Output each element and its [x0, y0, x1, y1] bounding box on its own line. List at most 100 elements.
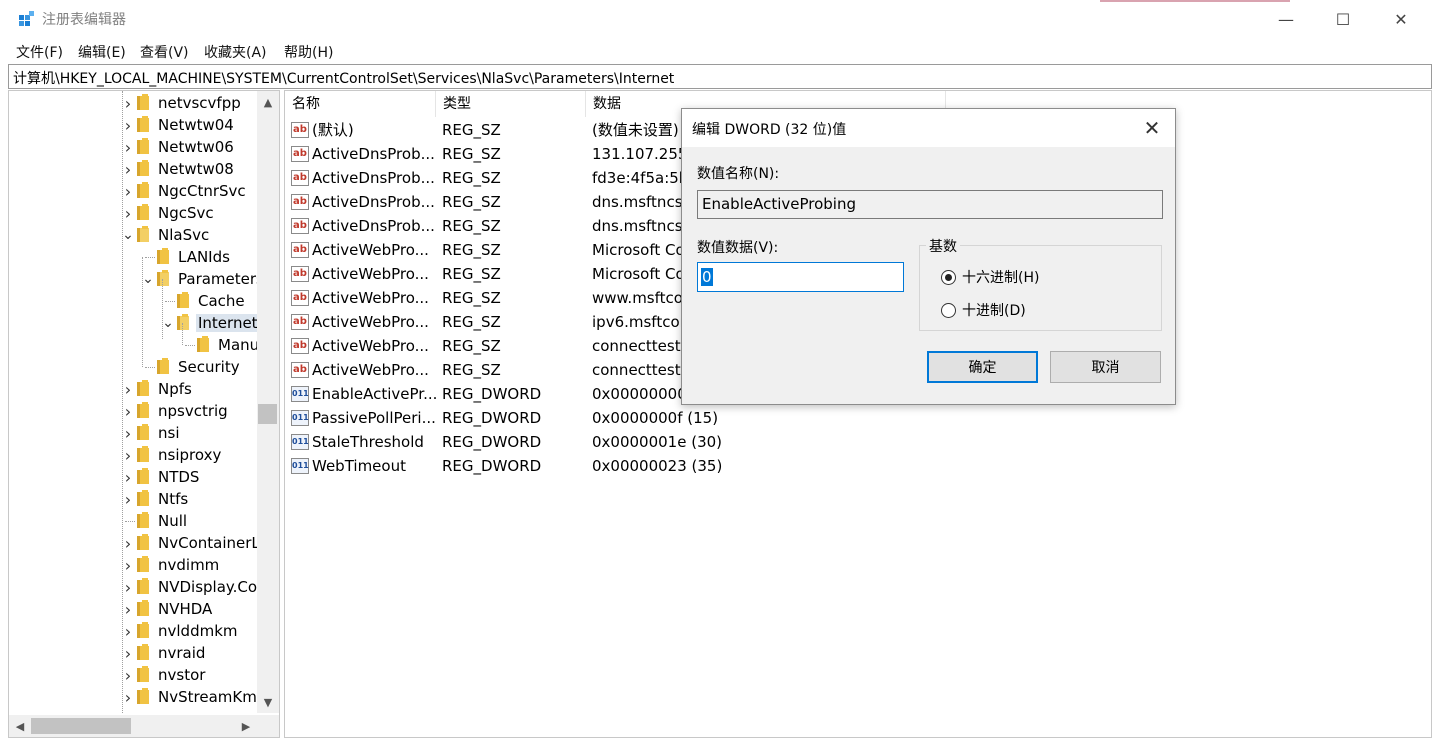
column-header-type[interactable]: 类型	[436, 91, 586, 117]
menu-file[interactable]: 文件(F)	[16, 42, 63, 62]
chevron-right-icon[interactable]: ›	[122, 600, 134, 619]
chevron-right-icon[interactable]: ›	[122, 160, 134, 179]
menu-edit[interactable]: 编辑(E)	[78, 42, 126, 62]
tree-item[interactable]: › Npfs	[125, 378, 192, 400]
value-type: REG_SZ	[442, 241, 501, 259]
chevron-right-icon[interactable]: ›	[122, 424, 134, 443]
base-group: 基数 十六进制(H) 十进制(D)	[919, 236, 1162, 331]
chevron-right-icon[interactable]: ›	[122, 622, 134, 641]
menu-favorites[interactable]: 收藏夹(A)	[204, 42, 267, 62]
hex-radio-label: 十六进制(H)	[962, 270, 1040, 286]
tree-item[interactable]: ⌄ Parameters	[142, 268, 264, 290]
menu-help[interactable]: 帮助(H)	[284, 42, 333, 62]
scroll-down-icon[interactable]: ▼	[257, 691, 279, 713]
tree-item-label: nsi	[158, 424, 180, 442]
chevron-right-icon[interactable]: ›	[122, 446, 134, 465]
tree-item[interactable]: ⌄ NlaSvc	[122, 224, 209, 246]
chevron-right-icon[interactable]: ›	[122, 138, 134, 157]
folder-icon	[137, 490, 149, 506]
value-type: REG_SZ	[442, 337, 501, 355]
chevron-right-icon[interactable]: ›	[122, 666, 134, 685]
value-name: ActiveWebPro...	[312, 337, 429, 355]
chevron-right-icon[interactable]: ›	[122, 468, 134, 487]
tree-item-label: Security	[178, 358, 240, 376]
tree-item-label: Npfs	[158, 380, 192, 398]
tree-vertical-scrollbar[interactable]: ▲ ▼	[257, 91, 279, 713]
chevron-right-icon[interactable]: ›	[122, 556, 134, 575]
table-row[interactable]: 011 WebTimeout REG_DWORD 0x00000023 (35)	[285, 454, 985, 478]
tree-item-label: netvscvfpp	[158, 94, 241, 112]
address-bar[interactable]: 计算机\HKEY_LOCAL_MACHINE\SYSTEM\CurrentCon…	[8, 64, 1432, 89]
maximize-button[interactable]: ☐	[1314, 0, 1372, 38]
scroll-right-icon[interactable]: ▶	[235, 715, 257, 737]
chevron-right-icon[interactable]: ›	[122, 116, 134, 135]
scroll-up-icon[interactable]: ▲	[257, 91, 279, 113]
chevron-right-icon[interactable]: ›	[122, 204, 134, 223]
tree-item[interactable]: › Netwtw06	[125, 136, 234, 158]
string-value-icon: ab	[291, 266, 309, 282]
chevron-right-icon[interactable]: ›	[122, 534, 134, 553]
value-type: REG_SZ	[442, 217, 501, 235]
tree-item[interactable]: › npsvctrig	[125, 400, 228, 422]
chevron-down-icon[interactable]: ⌄	[122, 227, 134, 243]
tree-connector	[162, 279, 163, 339]
tree-horizontal-scrollbar[interactable]: ◀ ▶	[9, 715, 257, 737]
tree-item[interactable]: › nvraid	[125, 642, 206, 664]
tree-item[interactable]: › NVHDA	[125, 598, 213, 620]
vertical-scroll-thumb[interactable]	[258, 404, 277, 424]
hex-radio[interactable]: 十六进制(H)	[941, 267, 1039, 287]
tree-item[interactable]: › Ntfs	[125, 488, 188, 510]
tree-item[interactable]: › nvstor	[125, 664, 206, 686]
folder-icon	[137, 534, 149, 550]
tree-item[interactable]: › netvscvfpp	[125, 92, 241, 114]
tree-item-label: Cache	[198, 292, 245, 310]
value-name-field: EnableActiveProbing	[697, 190, 1163, 219]
tree-item[interactable]: › NgcCtnrSvc	[125, 180, 246, 202]
close-button[interactable]: ✕	[1372, 0, 1430, 38]
table-row[interactable]: 011 StaleThreshold REG_DWORD 0x0000001e (30…	[285, 430, 985, 454]
scroll-left-icon[interactable]: ◀	[9, 715, 31, 737]
minimize-button[interactable]: —	[1257, 0, 1315, 38]
tree-item[interactable]: Cache	[165, 290, 245, 312]
value-type: REG_DWORD	[442, 409, 542, 427]
ok-button[interactable]: 确定	[927, 351, 1038, 383]
chevron-right-icon[interactable]: ›	[122, 380, 134, 399]
radio-checked-icon	[941, 269, 956, 285]
column-header-name[interactable]: 名称	[285, 91, 436, 117]
chevron-right-icon[interactable]: ›	[122, 402, 134, 421]
chevron-right-icon[interactable]: ›	[122, 644, 134, 663]
tree-item[interactable]: › nsi	[125, 422, 180, 444]
horizontal-scroll-thumb[interactable]	[31, 718, 131, 734]
dec-radio[interactable]: 十进制(D)	[941, 300, 1026, 320]
tree-connector	[142, 257, 143, 367]
chevron-right-icon[interactable]: ›	[122, 490, 134, 509]
chevron-right-icon[interactable]: ›	[122, 578, 134, 597]
tree-item[interactable]: Security	[145, 356, 240, 378]
tree-item[interactable]: › nvdimm	[125, 554, 220, 576]
tree-item[interactable]: ⌄ Internet	[162, 312, 260, 334]
folder-icon	[137, 94, 149, 110]
chevron-right-icon[interactable]: ›	[122, 182, 134, 201]
chevron-right-icon[interactable]: ›	[122, 688, 134, 707]
cancel-button[interactable]: 取消	[1050, 351, 1161, 383]
chevron-right-icon[interactable]: ›	[122, 94, 134, 113]
tree-item[interactable]: › Netwtw04	[125, 114, 234, 136]
tree-item[interactable]: LANIds	[145, 246, 230, 268]
chevron-down-icon[interactable]: ⌄	[142, 271, 154, 287]
tree-item[interactable]: › Netwtw08	[125, 158, 234, 180]
tree-item[interactable]: › NvStreamKms	[125, 686, 265, 708]
tree-item[interactable]: › nvlddmkm	[125, 620, 238, 642]
value-data-input[interactable]: 0	[697, 262, 904, 292]
tree-item[interactable]: › nsiproxy	[125, 444, 222, 466]
chevron-down-icon[interactable]: ⌄	[162, 315, 174, 331]
value-name: ActiveDnsProb...	[312, 217, 435, 235]
tree-item[interactable]: › NgcSvc	[125, 202, 214, 224]
tree-item[interactable]: › NTDS	[125, 466, 200, 488]
dialog-close-button[interactable]: ✕	[1138, 115, 1166, 141]
menu-view[interactable]: 查看(V)	[140, 42, 189, 62]
folder-icon	[137, 644, 149, 660]
key-tree[interactable]: › netvscvfpp › Netwtw04 › Netwtw06 › Netwtw08 › N…	[8, 90, 280, 738]
tree-item[interactable]: Null	[125, 510, 187, 532]
folder-icon	[137, 116, 149, 132]
table-row[interactable]: 011 PassivePollPeri... REG_DWORD 0x0000000f…	[285, 406, 985, 430]
